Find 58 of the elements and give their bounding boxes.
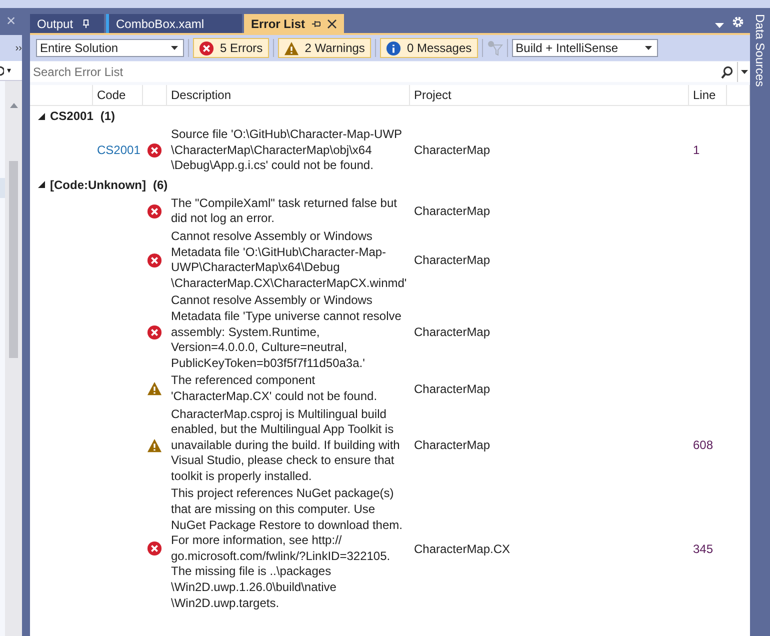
group-count: (1) [100, 109, 116, 123]
filter-button[interactable]: 2 Warnings [278, 38, 371, 58]
group-header[interactable]: [Code:Unknown] (6) [30, 174, 750, 195]
description-cell: The "CompileXaml" task returned false but did not log an error. [171, 196, 397, 226]
caret-icon [644, 46, 652, 50]
selection-highlight [0, 178, 5, 198]
line-cell: 608 [693, 438, 714, 452]
description-cell: The referenced component 'CharacterMap.CX' could not be found. [171, 373, 378, 403]
line-cell: 1 [693, 143, 700, 158]
column-header[interactable]: Description [167, 85, 410, 105]
column-header[interactable]: Code [93, 85, 143, 105]
description-cell: CharacterMap.csproj is Multilingual build enabled, but the Multilingual App Toolkit is unavailable during the build. If building with Visual Studio, please check to ensure that toolkit is properly installed. [171, 406, 400, 483]
line-cell: 345 [693, 542, 714, 556]
description-cell: Source file 'O:\GitHub\Character-Map-UWP \CharacterMap\CharacterMap\obj\x64 \Debug\App.g.i.cs' could not be found. [171, 127, 402, 172]
project-cell: CharacterMap [414, 204, 490, 218]
project-cell: CharacterMap [414, 382, 490, 396]
scroll-thumb[interactable] [9, 161, 18, 358]
project-cell: CharacterMap [414, 253, 490, 268]
group-header[interactable]: CS2001 (1) [30, 106, 750, 126]
code-link[interactable]: CS2001 [97, 143, 140, 158]
warning-icon [284, 40, 299, 56]
source-dropdown[interactable]: Build + IntelliSense [512, 39, 658, 57]
filter-field[interactable]: ▾ [0, 61, 22, 81]
group-label: [Code:Unknown] [50, 178, 146, 192]
column-header[interactable]: Project [410, 85, 689, 105]
caret-icon [171, 46, 178, 50]
collapse-icon[interactable] [38, 112, 45, 120]
project-cell: CharacterMap.CX [414, 542, 510, 556]
search-icon[interactable] [721, 66, 733, 78]
tab-label: Error List [251, 16, 306, 30]
info-icon [386, 40, 401, 56]
description-cell: This project references NuGet package(s) that are missing on this computer. Use NuGet Package Restore to download them. For more information, see http:// go.microsoft.com/fwlink/?LinkID=322105. The missing file is ..\packages \Win2D.uwp.1.26.0\build\native \Win2D.uwp.targets. [171, 486, 402, 610]
project-cell: CharacterMap [414, 325, 490, 340]
collapse-icon[interactable] [38, 181, 45, 188]
error-icon [199, 40, 214, 56]
filter-button[interactable]: 0 Messages [380, 38, 478, 58]
settings-icon[interactable] [732, 16, 744, 28]
filter-button[interactable]: 5 Errors [193, 38, 269, 58]
description-cell: Cannot resolve Assembly or Windows Metadata file 'O:\GitHub\Character-Map-UWP\CharacterMap\x64\Debug \CharacterMap.CX\CharacterMapCX.winmd' [171, 228, 407, 290]
tab[interactable]: Error List [244, 14, 344, 33]
tab-label: Output [37, 16, 74, 30]
ring-icon [0, 66, 4, 76]
dropdown-icon[interactable] [740, 70, 748, 74]
group-label: CS2001 [50, 109, 94, 123]
pin-icon[interactable] [311, 18, 322, 28]
tab-label: ComboBox.xaml [116, 16, 204, 30]
overflow-icon[interactable]: ›› [15, 42, 22, 54]
scrollbar[interactable] [5, 81, 22, 636]
scroll-up-icon[interactable] [10, 103, 18, 108]
description-cell: Cannot resolve Assembly or Windows Metadata file 'Type universe cannot resolve assembly: System.Runtime, Version=4.0.0.0, Culture=neutral, PublicKeyToken=b03f5f7f11d50a3a.' [171, 293, 402, 370]
scope-dropdown[interactable]: Entire Solution [36, 39, 184, 57]
project-cell: CharacterMap [414, 143, 490, 158]
tab[interactable]: ComboBox.xaml [106, 14, 242, 33]
project-cell: CharacterMap [414, 438, 490, 452]
group-count: (6) [152, 178, 168, 192]
close-icon[interactable] [327, 18, 338, 28]
tab[interactable]: Output [30, 14, 104, 33]
column-header[interactable]: Line [689, 85, 727, 105]
